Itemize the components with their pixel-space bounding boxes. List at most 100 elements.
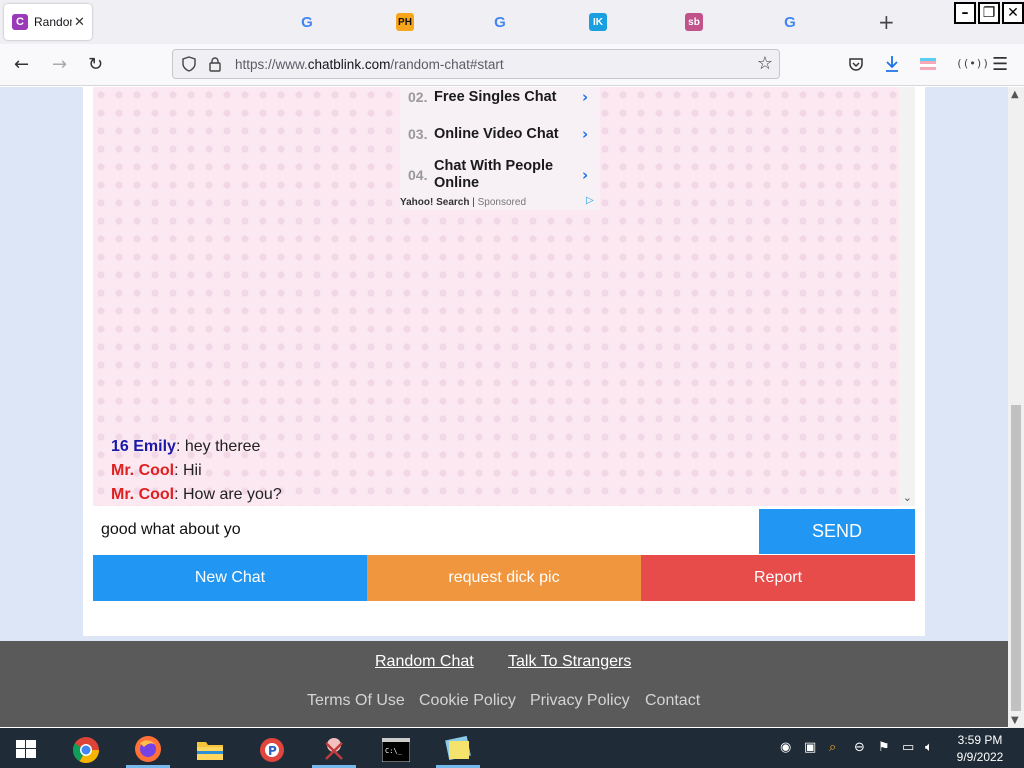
nav-bar: ← → ↻ https://www.chatblink.com/random-c… — [0, 44, 1024, 86]
minimize-icon[interactable]: – — [954, 2, 976, 24]
footer-link-terms[interactable]: Terms Of Use — [307, 692, 405, 710]
command-prompt-icon[interactable]: C:\_ — [374, 732, 418, 768]
pocket-icon[interactable] — [848, 56, 864, 72]
ad-item-number: 04. — [408, 167, 428, 183]
tray-circle-icon[interactable]: ⊖ — [854, 740, 865, 755]
page-scrollbar[interactable]: ▲ ▼ — [1008, 87, 1024, 728]
system-clock[interactable]: 3:59 PM 9/9/2022 — [945, 732, 1015, 766]
taskbar: P C:\_ ◉ ▣ ⌕ ⊖ ⚑ ▭ 🔈︎ 3:59 PM 9/9/2022 — [0, 728, 1024, 768]
extension-icon[interactable]: ((•)) — [956, 57, 989, 70]
sticky-notes-icon[interactable] — [436, 732, 480, 768]
new-tab-icon[interactable]: + — [878, 10, 895, 34]
tray-app-icon[interactable]: ▣ — [804, 740, 816, 755]
clock-date: 9/9/2022 — [956, 750, 1004, 764]
windows-start-icon[interactable] — [16, 740, 36, 758]
adchoices-icon[interactable]: ▷ — [586, 195, 598, 207]
sponsored-ad: 02. Free Singles Chat › 03. Online Video… — [400, 87, 600, 210]
footer-link-privacy[interactable]: Privacy Policy — [530, 692, 630, 710]
footer-link-contact[interactable]: Contact — [645, 692, 700, 710]
bookmark-star-icon[interactable]: ☆ — [757, 53, 773, 74]
scroll-down-icon[interactable]: ▼ — [1011, 715, 1019, 726]
google-icon[interactable]: G — [491, 13, 509, 31]
chat-message: 16 Emily: hey theree — [111, 435, 282, 459]
snipping-tool-icon[interactable] — [312, 732, 356, 768]
footer-link-cookie[interactable]: Cookie Policy — [419, 692, 516, 710]
network-icon[interactable]: ▭ — [902, 740, 914, 755]
request-button[interactable]: request dick pic — [367, 555, 641, 601]
chevron-right-icon: › — [582, 88, 589, 106]
message-input[interactable] — [93, 513, 753, 547]
chatblink-favicon-icon: C — [12, 14, 28, 30]
url-bar[interactable]: https://www.chatblink.com/random-chat#st… — [172, 49, 780, 79]
sb-icon[interactable]: sb — [685, 13, 703, 31]
ad-sponsored-label: Sponsored — [477, 197, 527, 208]
site-footer: Random Chat Talk To Strangers Terms Of U… — [0, 641, 1008, 727]
ad-attribution: Yahoo! Search | Sponsored — [400, 197, 527, 208]
chevron-right-icon: › — [582, 125, 589, 143]
firefox-icon[interactable] — [126, 732, 170, 768]
ad-item[interactable]: 03. Online Video Chat › — [400, 123, 600, 145]
chat-message: Mr. Cool: How are you? — [111, 483, 282, 507]
reload-icon[interactable]: ↻ — [88, 54, 103, 75]
svg-text:P: P — [268, 744, 277, 758]
svg-text:C:\_: C:\_ — [385, 747, 403, 755]
back-icon[interactable]: ← — [14, 54, 29, 75]
ik-icon[interactable]: IK — [589, 13, 607, 31]
tray-network-app-icon[interactable]: ◉ — [780, 740, 791, 755]
message-text: : How are you? — [174, 486, 282, 503]
chat-message: Mr. Cool: Hii — [111, 459, 282, 483]
ad-item-text[interactable]: Online Video Chat — [434, 126, 582, 143]
page-body: 02. Free Singles Chat › 03. Online Video… — [0, 87, 1008, 641]
ad-item-text[interactable]: Free Singles Chat — [434, 89, 582, 106]
report-button[interactable]: Report — [641, 555, 915, 601]
new-chat-button[interactable]: New Chat — [93, 555, 367, 601]
restore-icon[interactable]: ❐ — [978, 2, 1000, 24]
ph-icon[interactable]: PH — [396, 13, 414, 31]
clock-time: 3:59 PM — [957, 733, 1003, 747]
action-buttons: New Chat request dick pic Report — [93, 555, 915, 601]
ad-item-number: 02. — [408, 89, 428, 105]
chevron-right-icon: › — [582, 166, 589, 184]
tray-flag-icon[interactable]: ⚑ — [878, 740, 890, 755]
file-explorer-icon[interactable] — [188, 732, 232, 768]
chat-log[interactable]: 02. Free Singles Chat › 03. Online Video… — [93, 87, 915, 506]
chat-scrollbar[interactable]: ⌄ — [899, 87, 915, 506]
volume-icon[interactable]: 🔈︎ — [925, 740, 933, 755]
close-window-icon[interactable]: ✕ — [1002, 2, 1024, 24]
tab-bar: C Random Chat ✕ G PH G IK sb G + – ❐ ✕ — [0, 0, 1024, 44]
tray-search-icon[interactable]: ⌕ — [829, 740, 836, 755]
message-sender: Mr. Cool — [111, 486, 175, 503]
scrollbar-thumb[interactable] — [1011, 405, 1021, 711]
tab-title: Random Chat — [34, 15, 72, 29]
message-text: : Hii — [174, 462, 202, 479]
footer-link-random-chat[interactable]: Random Chat — [375, 653, 474, 671]
scroll-up-icon[interactable]: ▲ — [1011, 89, 1019, 100]
ad-item[interactable]: 04. Chat With People Online › — [400, 157, 600, 193]
shield-icon[interactable] — [181, 56, 197, 72]
ad-source[interactable]: Yahoo! Search — [400, 197, 469, 208]
tab-random-chat[interactable]: C Random Chat ✕ — [4, 4, 92, 40]
menu-icon[interactable]: ☰ — [992, 54, 1008, 75]
message-composer — [93, 509, 759, 553]
chat-container: 02. Free Singles Chat › 03. Online Video… — [83, 87, 925, 636]
google-icon[interactable]: G — [781, 13, 799, 31]
lock-icon[interactable] — [208, 56, 222, 72]
message-sender: Mr. Cool — [111, 462, 175, 479]
ad-item[interactable]: 02. Free Singles Chat › — [400, 87, 600, 107]
download-icon[interactable] — [884, 55, 900, 73]
window-controls: – ❐ ✕ — [954, 2, 1024, 24]
chevron-down-icon[interactable]: ⌄ — [903, 491, 912, 504]
paint-app-icon[interactable]: P — [250, 732, 294, 768]
extension-flag-icon[interactable] — [920, 56, 936, 72]
forward-icon[interactable]: → — [52, 54, 67, 75]
chrome-icon[interactable] — [64, 732, 108, 768]
send-button[interactable]: SEND — [759, 509, 915, 554]
url-text: https://www.chatblink.com/random-chat#st… — [235, 56, 504, 72]
message-text: : hey theree — [175, 438, 261, 455]
google-icon[interactable]: G — [298, 13, 316, 31]
footer-link-talk-to-strangers[interactable]: Talk To Strangers — [508, 653, 631, 671]
ad-item-text[interactable]: Chat With People Online — [434, 158, 582, 192]
ad-item-number: 03. — [408, 126, 428, 142]
tab-close-icon[interactable]: ✕ — [74, 15, 85, 30]
message-sender: 16 Emily — [111, 438, 176, 455]
